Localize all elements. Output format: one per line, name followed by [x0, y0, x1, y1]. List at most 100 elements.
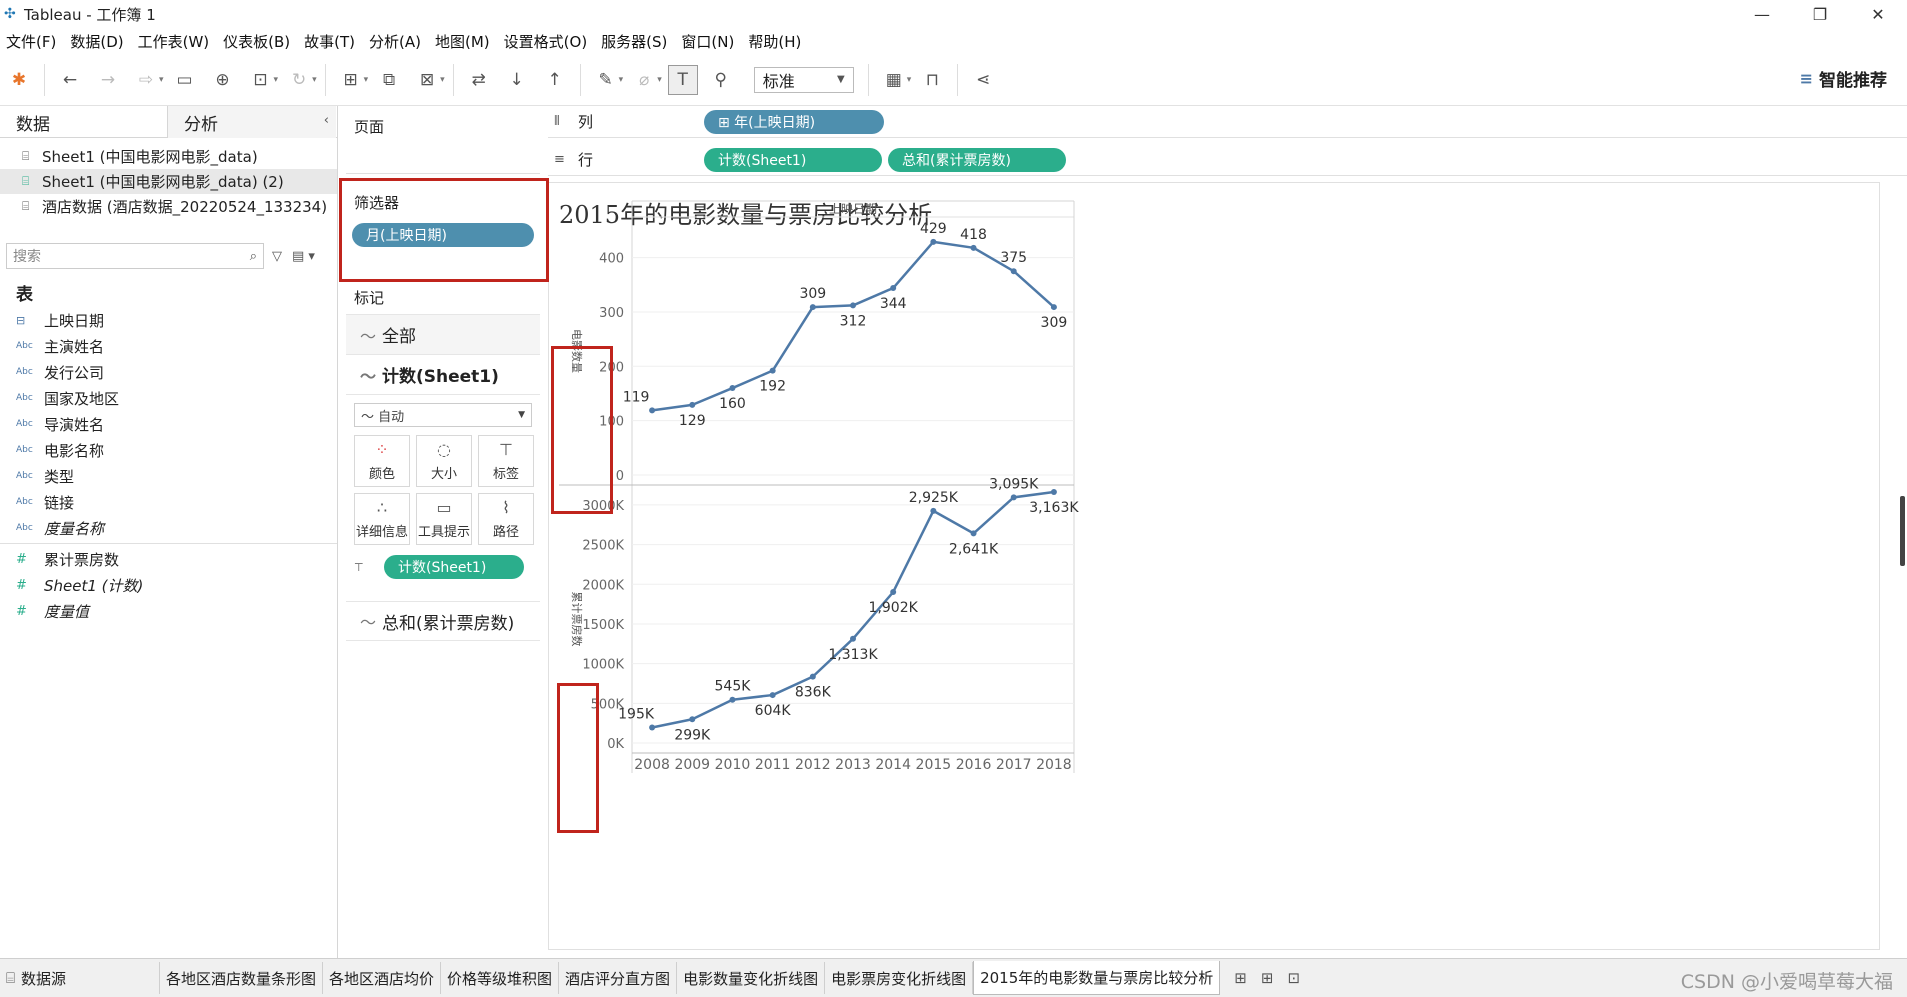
field-item[interactable]: ⊟ 上映日期	[0, 307, 337, 333]
close-button[interactable]: ✕	[1849, 0, 1907, 28]
menu-window[interactable]: 窗口(N)	[675, 31, 742, 52]
show-labels-icon[interactable]: T	[667, 64, 698, 95]
view-options-icon[interactable]: ▤ ▾	[292, 249, 315, 264]
minimize-button[interactable]: —	[1733, 0, 1791, 28]
sort-descending-icon[interactable]: ↑	[540, 65, 570, 95]
redo-icon[interactable]: →	[93, 65, 123, 95]
collapse-pane-icon[interactable]: ‹	[324, 113, 329, 128]
data-label: 119	[623, 389, 650, 405]
rows-pill-sum[interactable]: 总和(累计票房数)	[888, 147, 1066, 172]
color-button[interactable]: ⁘ 颜色	[354, 435, 410, 487]
new-worksheet-icon[interactable]: ⊞	[336, 65, 366, 95]
menu-data[interactable]: 数据(D)	[64, 31, 131, 52]
filter-icon[interactable]: ▽	[272, 249, 282, 264]
sheet-tab[interactable]: 价格等级堆积图	[441, 962, 560, 994]
pages-card[interactable]: 页面	[346, 106, 540, 174]
menu-dashboard[interactable]: 仪表板(B)	[217, 31, 298, 52]
path-button[interactable]: ⌇ 路径	[478, 493, 534, 545]
datasource-item[interactable]: ⌸ Sheet1 (中国电影网电影_data)	[0, 144, 337, 169]
new-story-icon[interactable]: ⊡	[1287, 969, 1300, 987]
sort-ascending-icon[interactable]: ↓	[502, 65, 532, 95]
clear-sheet-icon[interactable]: ⊠	[412, 65, 442, 95]
new-worksheet-caret-icon[interactable]: ▾	[364, 75, 369, 85]
field-item[interactable]: # 累计票房数	[0, 546, 337, 572]
datasource-item[interactable]: ⌸ 酒店数据 (酒店数据_20220524_133234)	[0, 194, 337, 219]
menu-server[interactable]: 服务器(S)	[595, 31, 675, 52]
size-button[interactable]: ◌ 大小	[416, 435, 472, 487]
sheet-tab-active[interactable]: 2015年的电影数量与票房比较分析	[973, 961, 1221, 995]
menu-map[interactable]: 地图(M)	[429, 31, 498, 52]
field-item[interactable]: Abc 链接	[0, 489, 337, 515]
menu-worksheet[interactable]: 工作表(W)	[132, 31, 218, 52]
field-search-input[interactable]: 搜索 ⌕	[6, 243, 264, 269]
menu-analysis[interactable]: 分析(A)	[363, 31, 429, 52]
tab-analysis[interactable]: 分析	[168, 106, 336, 138]
restore-button[interactable]: ❐	[1791, 0, 1849, 28]
database-icon: ⌸	[22, 199, 30, 213]
replay-caret-icon[interactable]: ▾	[159, 75, 164, 85]
field-item[interactable]: Abc 度量名称	[0, 515, 337, 541]
new-datasource-icon[interactable]: ⊕	[208, 65, 238, 95]
rows-drop-area[interactable]: 计数(Sheet1) 总和(累计票房数)	[698, 144, 1907, 176]
field-item[interactable]: # 度量值	[0, 598, 337, 624]
field-item[interactable]: # Sheet1 (计数)	[0, 572, 337, 598]
menu-file[interactable]: 文件(F)	[0, 31, 64, 52]
clear-caret-icon[interactable]: ▾	[440, 75, 445, 85]
sheet-tab[interactable]: 酒店评分直方图	[559, 962, 678, 994]
pause-update-icon[interactable]: ⊡	[246, 65, 276, 95]
show-cards-caret-icon[interactable]: ▾	[907, 75, 912, 85]
detail-button[interactable]: ∴ 详细信息	[354, 493, 410, 545]
chart-canvas: 上映日期0100200300400电影数量1191291601923093123…	[559, 200, 1079, 773]
mark-type-select[interactable]: 〜 自动 ▼	[354, 403, 532, 427]
rows-pill-count[interactable]: 计数(Sheet1)	[704, 147, 882, 172]
sheet-tab[interactable]: 各地区酒店均价	[323, 962, 442, 994]
refresh-caret-icon[interactable]: ▾	[312, 75, 317, 85]
tooltip-button[interactable]: ▭ 工具提示	[416, 493, 472, 545]
data-label: 129	[679, 413, 706, 429]
group-icon[interactable]: ⌀	[629, 65, 659, 95]
view-area[interactable]: 2015年的电影数量与票房比较分析 上映日期 0 100 200 300 400 电影数量 1…	[548, 182, 1880, 950]
presentation-mode-icon[interactable]: ⊓	[917, 65, 947, 95]
field-item[interactable]: Abc 国家及地区	[0, 385, 337, 411]
field-item[interactable]: Abc 导演姓名	[0, 411, 337, 437]
pin-icon[interactable]: ⚲	[706, 65, 736, 95]
menu-story[interactable]: 故事(T)	[298, 31, 363, 52]
marks-count-row[interactable]: 〜 计数(Sheet1)	[346, 354, 540, 394]
marks-all-row[interactable]: 〜 全部	[346, 314, 540, 354]
tableau-home-icon[interactable]: ✱	[4, 65, 34, 95]
save-icon[interactable]: ▭	[170, 65, 200, 95]
datasource-item[interactable]: ⌸ Sheet1 (中国电影网电影_data) (2)	[0, 169, 337, 194]
pause-caret-icon[interactable]: ▾	[274, 75, 279, 85]
menu-help[interactable]: 帮助(H)	[742, 31, 809, 52]
highlight-caret-icon[interactable]: ▾	[619, 75, 624, 85]
share-icon[interactable]: ⋖	[968, 65, 998, 95]
show-cards-icon[interactable]: ▦	[879, 65, 909, 95]
highlight-icon[interactable]: ✎	[591, 65, 621, 95]
group-caret-icon[interactable]: ▾	[657, 75, 662, 85]
field-item[interactable]: Abc 类型	[0, 463, 337, 489]
datasource-tab[interactable]: ⌸ 数据源	[0, 962, 160, 994]
field-item[interactable]: Abc 发行公司	[0, 359, 337, 385]
mark-label-pill[interactable]: 计数(Sheet1)	[384, 555, 524, 579]
menu-format[interactable]: 设置格式(O)	[498, 31, 596, 52]
undo-icon[interactable]: ←	[55, 65, 85, 95]
duplicate-sheet-icon[interactable]: ⧉	[374, 65, 404, 95]
new-worksheet-icon[interactable]: ⊞	[1234, 969, 1247, 987]
field-item[interactable]: Abc 主演姓名	[0, 333, 337, 359]
view-scrollbar[interactable]	[1900, 496, 1905, 566]
sheet-tab[interactable]: 各地区酒店数量条形图	[160, 962, 324, 994]
swap-axes-icon[interactable]: ⇄	[464, 65, 494, 95]
marks-sum-row[interactable]: 〜 总和(累计票房数)	[346, 601, 540, 641]
refresh-icon[interactable]: ↻	[284, 65, 314, 95]
columns-pill-year[interactable]: ⊞ 年(上映日期)	[704, 109, 884, 134]
label-button[interactable]: ⊤ 标签	[478, 435, 534, 487]
smart-recommend-button[interactable]: ≡ 智能推荐	[1800, 66, 1887, 91]
columns-drop-area[interactable]: ⊞ 年(上映日期)	[698, 106, 1907, 138]
replay-icon[interactable]: ⇨	[131, 65, 161, 95]
tab-data[interactable]: 数据	[0, 106, 168, 138]
fit-select[interactable]: 标准 ▼	[753, 66, 854, 93]
field-item[interactable]: Abc 电影名称	[0, 437, 337, 463]
sheet-tab[interactable]: 电影票房变化折线图	[825, 962, 974, 994]
sheet-tab[interactable]: 电影数量变化折线图	[677, 962, 826, 994]
new-dashboard-icon[interactable]: ⊞	[1261, 969, 1274, 987]
